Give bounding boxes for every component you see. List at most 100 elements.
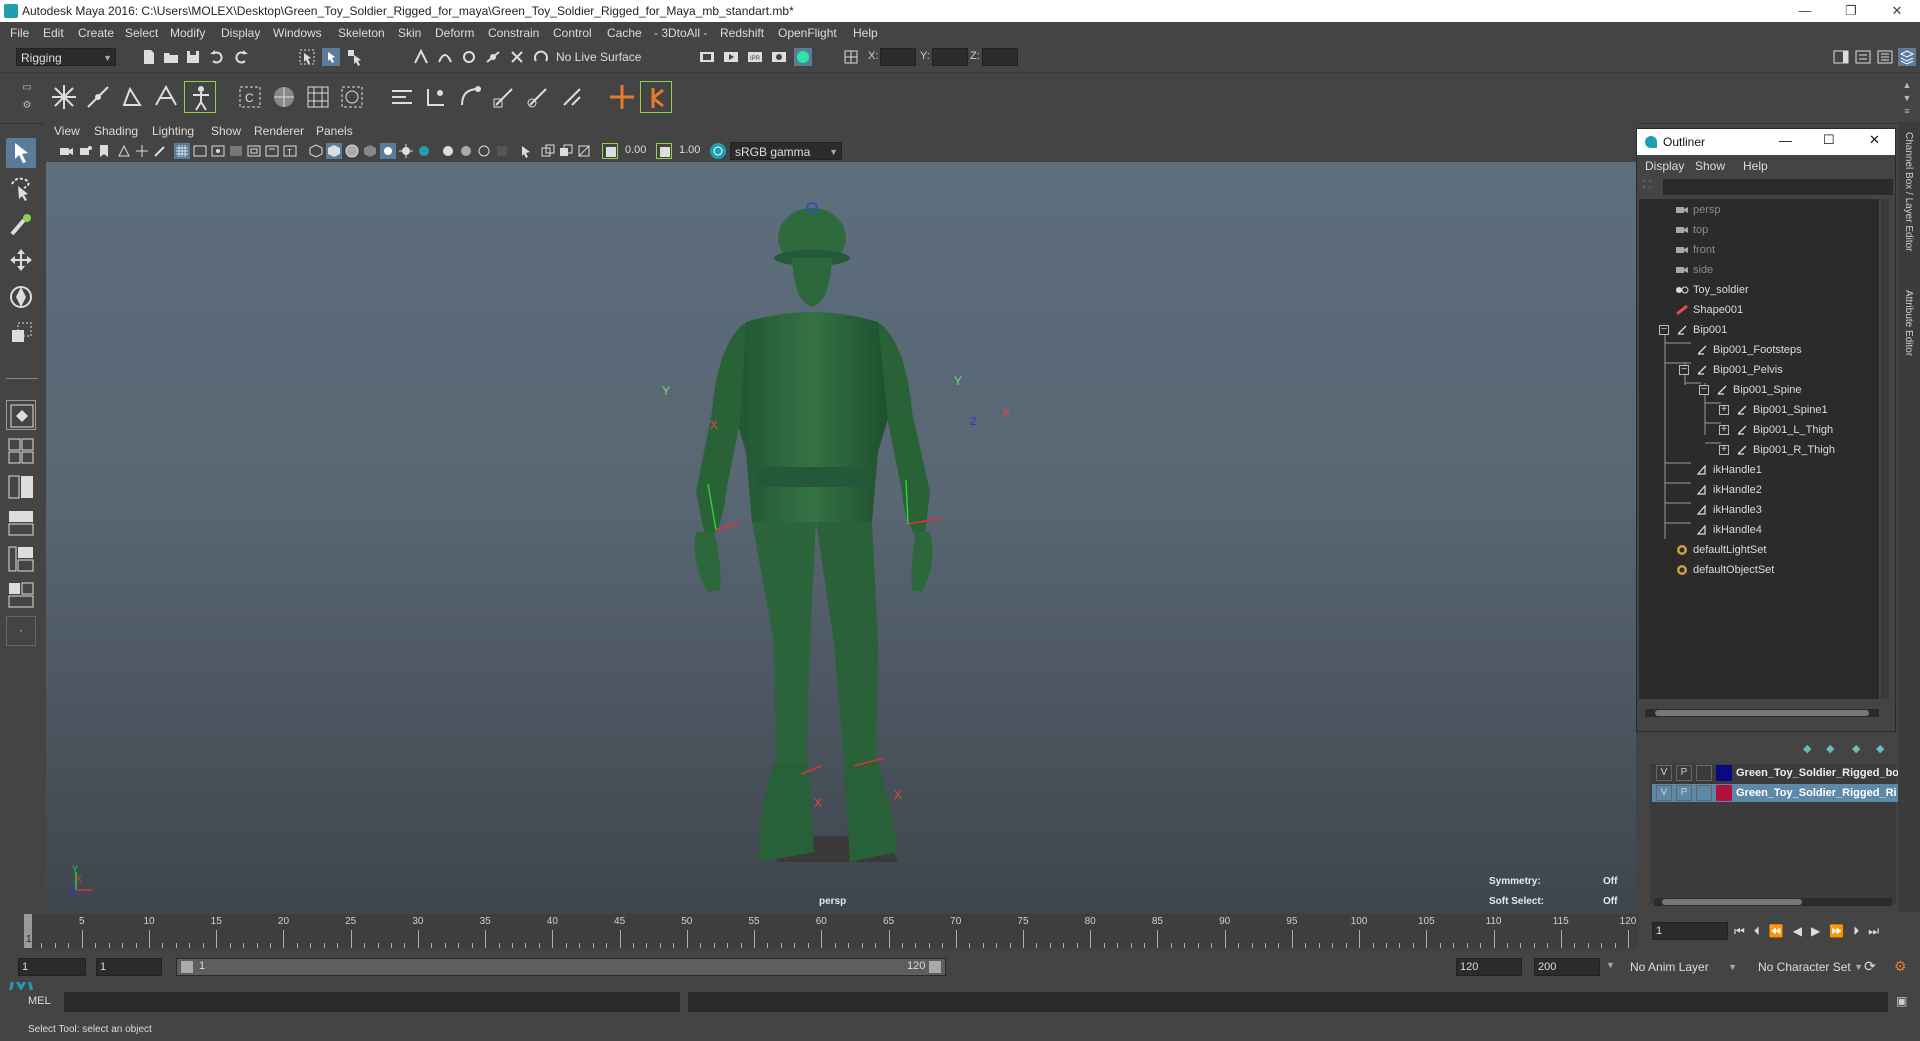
field-chart-icon[interactable] [246,143,262,159]
snap-live-icon[interactable] [508,48,526,66]
layer-scroll-thumb[interactable] [1662,899,1802,905]
menu-3dtoall[interactable]: - 3DtoAll - [654,26,707,40]
outliner-scroll-thumb[interactable] [1655,710,1869,716]
step-forward-key-icon[interactable]: ⏩ [1829,924,1853,938]
render-current-frame-icon[interactable] [722,48,740,66]
go-to-start-icon[interactable]: ⏮ [1734,924,1754,938]
vp-menu-renderer[interactable]: Renderer [254,124,304,138]
grid-toggle-icon[interactable] [174,143,190,159]
depth-of-field-icon[interactable] [476,143,492,159]
layer-horizontal-scrollbar[interactable] [1654,898,1892,906]
expand-toggle[interactable]: + [1719,445,1729,455]
outliner-horizontal-scrollbar[interactable] [1645,709,1879,717]
menu-skeleton[interactable]: Skeleton [338,26,385,40]
outliner-layout-icon[interactable] [6,580,36,610]
command-input[interactable] [64,992,680,1012]
outliner-item[interactable]: Bip001_Pelvis [1695,361,1783,379]
layer-visibility-toggle[interactable]: V [1656,785,1672,801]
outliner-item[interactable]: ikHandle2 [1695,481,1762,499]
outliner-item[interactable]: Bip001_R_Thigh [1735,441,1835,459]
outliner-item[interactable]: Toy_soldier [1675,281,1749,299]
hardware-fog-icon[interactable] [494,143,510,159]
auto-key-icon[interactable]: ⟳ [1864,958,1876,975]
layer-color-swatch[interactable] [1716,765,1732,781]
move-tool-icon[interactable] [6,246,36,276]
undo-icon[interactable] [208,48,226,66]
snap-view-plane-icon[interactable] [484,48,502,66]
step-back-key-icon[interactable]: ⏪ [1769,924,1793,938]
vp-menu-shading[interactable]: Shading [94,124,138,138]
select-tool-icon[interactable] [6,138,36,168]
single-perspective-layout-icon[interactable] [6,400,36,430]
outliner-item[interactable]: defaultObjectSet [1675,561,1774,579]
live-surface-field[interactable]: No Live Surface [552,48,646,66]
playback-end-field[interactable]: 120 [1456,958,1522,976]
use-default-light-icon[interactable] [380,143,396,159]
collapse-toggle[interactable]: − [1679,365,1689,375]
new-layer-selected-icon[interactable]: ◆ [1876,742,1884,755]
outliner-item[interactable]: ikHandle1 [1695,461,1762,479]
menu-help[interactable]: Help [853,26,878,40]
outliner-item[interactable]: Shape001 [1675,301,1743,319]
layer-playback-toggle[interactable]: P [1676,765,1692,781]
vp-menu-panels[interactable]: Panels [316,124,353,138]
film-gate-icon[interactable] [192,143,208,159]
persp-graph-layout-icon[interactable] [6,508,36,538]
animation-end-field[interactable]: 200 [1534,958,1600,976]
menu-openflight[interactable]: OpenFlight [778,26,837,40]
humanik-icon[interactable] [184,81,216,113]
menu-create[interactable]: Create [78,26,114,40]
move-layer-down-icon[interactable]: ◆ [1826,742,1834,755]
vp-menu-lighting[interactable]: Lighting [152,124,194,138]
layer-color-swatch[interactable] [1716,785,1732,801]
lasso-tool-icon[interactable] [6,174,36,204]
y-coord-input[interactable] [932,48,968,66]
new-layer-icon[interactable]: ◆ [1852,742,1860,755]
character-set-dropdown[interactable]: No Character Set ▼ [1754,958,1866,976]
menu-control[interactable]: Control [553,26,592,40]
sidebar-toggle-icon[interactable] [1832,48,1850,66]
script-editor-icon[interactable]: ▣ [1896,994,1907,1008]
hypershade-layout-icon[interactable] [6,544,36,574]
menuset-dropdown[interactable]: Rigging ▼ [16,48,116,66]
outliner-item[interactable]: Bip001_Footsteps [1695,341,1802,359]
outliner-item[interactable]: front [1675,241,1715,259]
multisample-aa-icon[interactable] [458,143,474,159]
custom-layout-icon[interactable]: · [6,616,36,646]
image-plane-icon[interactable] [116,143,132,159]
orient-constraint-icon[interactable] [488,81,520,113]
maximize-button[interactable]: ❐ [1828,0,1874,22]
motion-blur-icon[interactable] [440,143,456,159]
range-slider-right-handle[interactable] [929,961,941,973]
layer-display-type[interactable] [1696,765,1712,781]
play-backwards-icon[interactable]: ◀ [1793,924,1811,938]
menu-windows[interactable]: Windows [273,26,322,40]
scale-tool-icon[interactable] [6,318,36,348]
menu-cache[interactable]: Cache [607,26,642,40]
select-camera-icon[interactable] [58,143,74,159]
make-live-icon[interactable] [532,48,550,66]
outliner-filter-icon[interactable]: ⛶ [1643,179,1651,192]
close-button[interactable]: ✕ [1874,0,1920,22]
anim-layer-dropdown[interactable]: No Anim Layer ▼ [1626,958,1740,976]
menu-skin[interactable]: Skin [398,26,421,40]
snap-curve-icon[interactable] [436,48,454,66]
outliner-item[interactable]: Bip001_Spine [1715,381,1802,399]
outliner-close-button[interactable]: ✕ [1869,132,1880,148]
chevron-down-icon[interactable]: ▼ [1606,960,1615,970]
open-scene-icon[interactable] [162,48,180,66]
range-slider-left-handle[interactable] [181,961,193,973]
persp-outliner-layout-icon[interactable] [6,472,36,502]
attribute-editor-toggle-icon[interactable] [1876,48,1894,66]
bookmark-icon[interactable] [96,143,112,159]
save-scene-icon[interactable] [184,48,202,66]
ik-handle-tool-icon[interactable] [116,81,148,113]
paint-select-icon[interactable] [6,210,36,240]
locator-icon[interactable] [606,81,638,113]
expand-toggle[interactable]: + [1719,425,1729,435]
four-view-layout-icon[interactable] [6,436,36,466]
shadows-icon[interactable] [398,143,414,159]
render-settings-icon[interactable] [770,48,788,66]
insert-joint-icon[interactable] [82,81,114,113]
attribute-editor-tab[interactable]: Attribute Editor [1903,290,1914,356]
